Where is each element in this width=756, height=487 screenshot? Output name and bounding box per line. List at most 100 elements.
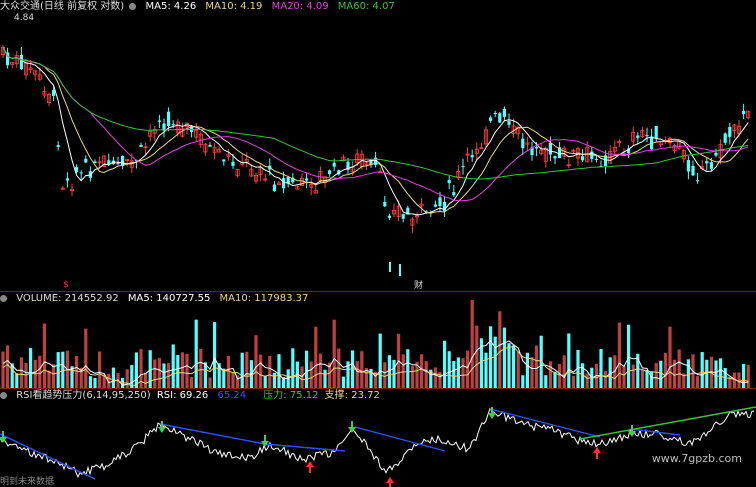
volume-bar: [553, 371, 557, 388]
volume-bar: [309, 361, 313, 388]
support-readout: 支撑: 23.72: [324, 390, 380, 401]
volume-bar: [93, 377, 97, 388]
volume-bar: [461, 358, 465, 388]
ma5-readout: MA5: 4.26: [145, 1, 197, 12]
pressure-readout: 压力: 75.12: [263, 390, 319, 401]
volume-bar: [332, 319, 336, 388]
volume-ma5-readout: MA5: 140727.55: [127, 293, 211, 304]
volume-bar: [171, 344, 175, 388]
candle-body-down: [52, 90, 56, 96]
price-panel[interactable]: 大众交通(日线 前复权 对数) MA5: 4.26 MA10: 4.19 MA2…: [0, 0, 756, 291]
dividend-marker: $: [63, 280, 69, 290]
candle-body-down: [328, 170, 332, 175]
volume-bar: [502, 327, 506, 388]
watermark: www.7gpzb.com: [651, 452, 742, 465]
ma5-line: [2, 47, 749, 216]
volume-bar: [15, 373, 19, 388]
volume-settings-dot-icon[interactable]: [0, 295, 7, 302]
candle-body-down: [79, 172, 83, 174]
candle-body-down: [332, 162, 336, 167]
volume-bar: [263, 375, 267, 388]
rsi-chart[interactable]: [0, 389, 756, 487]
volume-bar: [199, 348, 203, 388]
volume-bar: [700, 352, 704, 388]
volume-bar: [153, 359, 157, 388]
volume-bar: [452, 360, 456, 388]
buy-arrow-icon: [593, 447, 601, 459]
volume-bar: [516, 351, 520, 388]
volume-panel[interactable]: VOLUME: 214552.92 MA5: 140727.55 MA10: 1…: [0, 292, 756, 388]
volume-bar: [24, 363, 28, 388]
volume-bar: [677, 349, 681, 388]
volume-bar: [277, 354, 281, 388]
volume-bar: [176, 355, 180, 388]
candle-body-down: [438, 197, 442, 206]
volume-readout: VOLUME: 214552.92: [16, 293, 119, 304]
volume-bar: [162, 363, 166, 388]
volume-bar: [696, 376, 700, 388]
volume-bar: [222, 368, 226, 388]
volume-bar: [157, 358, 161, 388]
rsi-title: RSI看趋势压力(6,14,95,250): [16, 390, 151, 401]
candle-body-down: [502, 108, 506, 117]
candlestick-chart[interactable]: [0, 0, 756, 291]
candle-body-down: [383, 202, 387, 207]
volume-bar: [650, 371, 654, 388]
candle-body-down: [654, 126, 658, 139]
volume-bar: [29, 348, 33, 388]
volume-bar: [52, 364, 56, 388]
volume-bar: [130, 364, 134, 388]
candle-body-down: [171, 124, 175, 126]
rsi-settings-dot-icon[interactable]: [0, 392, 7, 399]
volume-bar: [443, 340, 447, 388]
volume-bar: [424, 361, 428, 388]
volume-bar: [323, 369, 327, 388]
buy-arrow-icon: [386, 477, 394, 487]
volume-bar: [144, 372, 148, 388]
volume-bar: [134, 352, 138, 388]
volume-bar: [663, 352, 667, 388]
volume-bar: [47, 370, 51, 388]
candle-body-down: [208, 144, 212, 147]
candle-body-down: [709, 162, 713, 169]
volume-bar: [484, 352, 488, 388]
rsi-panel[interactable]: RSI看趋势压力(6,14,95,250) RSI: 69.26 65.24 压…: [0, 389, 756, 487]
volume-bar: [631, 364, 635, 388]
settings-dot-icon[interactable]: [129, 3, 137, 10]
candle-body-down: [305, 178, 309, 181]
candle-body-down: [461, 166, 465, 168]
volume-bar: [420, 354, 424, 388]
candle-body-down: [19, 54, 23, 70]
volume-bar: [360, 351, 364, 388]
volume-bar: [190, 377, 194, 388]
volume-bar: [378, 333, 382, 388]
volume-bar: [208, 377, 212, 388]
volume-bar: [88, 376, 92, 388]
volume-bar: [401, 354, 405, 388]
volume-bar: [254, 335, 258, 388]
candle-body-down: [581, 156, 585, 161]
volume-bar: [98, 351, 102, 388]
volume-bar: [305, 350, 309, 388]
volume-bar: [686, 359, 690, 388]
candle-body-down: [447, 180, 451, 184]
volume-bar: [213, 322, 217, 388]
candle-body-down: [636, 135, 640, 138]
resistance-trendline: [0, 433, 96, 480]
volume-bar: [535, 345, 539, 388]
volume-bar: [240, 352, 244, 388]
volume-bar: [61, 351, 65, 388]
volume-bar: [571, 375, 575, 388]
volume-bar: [245, 351, 249, 388]
candle-body-down: [272, 184, 276, 192]
candle-body-down: [65, 178, 69, 181]
volume-bar: [645, 369, 649, 388]
candle-body-down: [282, 178, 286, 189]
candle-body-down: [116, 163, 120, 165]
volume-bar: [226, 355, 230, 388]
volume-chart[interactable]: [0, 292, 756, 388]
volume-bar: [599, 349, 603, 388]
candle-body-down: [231, 161, 235, 166]
volume-bar: [180, 352, 184, 388]
finance-marker[interactable]: 财: [414, 278, 423, 291]
